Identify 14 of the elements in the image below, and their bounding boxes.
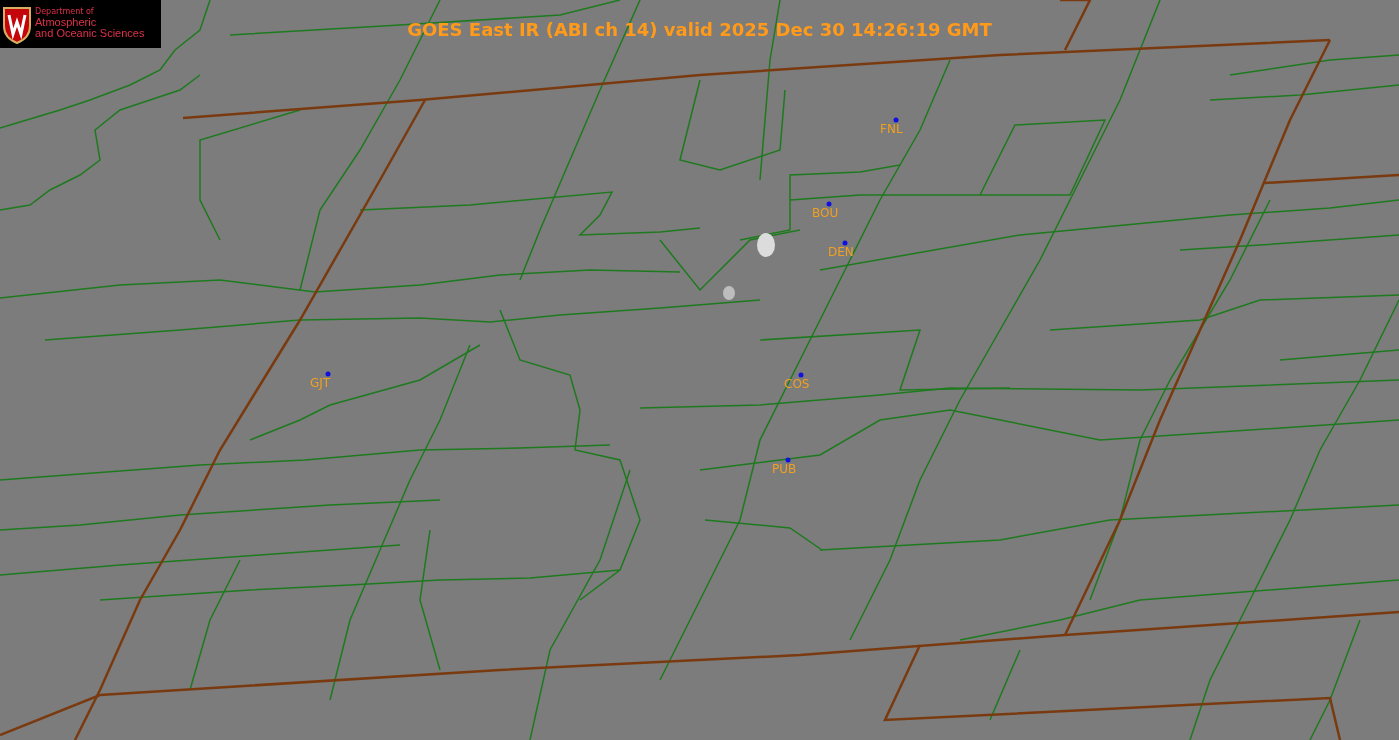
station-label: FNL xyxy=(880,123,903,136)
station-marker-icon xyxy=(893,117,899,123)
station-label: GJT xyxy=(310,377,331,390)
station-marker-icon xyxy=(785,457,791,463)
department-name-continuation: and Oceanic Sciences xyxy=(35,28,145,40)
station-marker-icon xyxy=(826,201,832,207)
station-marker-icon xyxy=(325,371,331,377)
department-name: Atmospheric xyxy=(35,16,98,29)
station-label: BOU xyxy=(812,207,839,220)
station-label: PUB xyxy=(772,463,797,476)
station-marker-icon xyxy=(798,372,804,378)
station-marker-icon xyxy=(842,240,848,246)
department-label: Department of xyxy=(35,8,95,17)
station-label: DEN xyxy=(828,246,854,259)
